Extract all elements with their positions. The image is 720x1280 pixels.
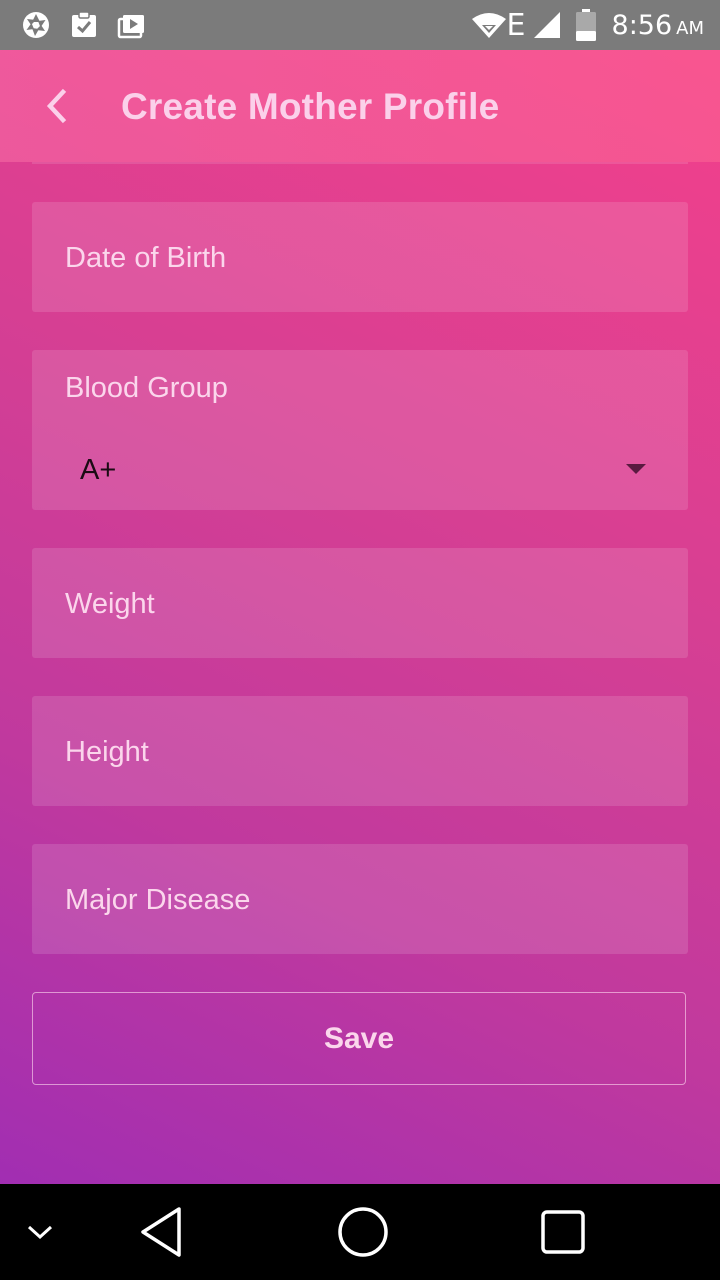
date-of-birth-field[interactable]: Date of Birth [32, 202, 688, 312]
status-bar-left [20, 9, 164, 41]
status-ampm: AM [676, 17, 704, 39]
dropdown-arrow-icon[interactable] [626, 464, 646, 474]
save-button[interactable]: Save [32, 992, 686, 1085]
status-bar-right: E 8:56 AM [465, 0, 704, 50]
status-time: 8:56 [611, 9, 673, 41]
weight-placeholder: Weight [65, 588, 155, 620]
camera-aperture-icon [20, 9, 52, 41]
nav-back-button[interactable] [126, 1184, 196, 1280]
back-triangle-icon [141, 1207, 181, 1257]
nav-home-button[interactable] [328, 1184, 398, 1280]
height-field[interactable]: Height [32, 696, 688, 806]
blood-group-selected-value: A+ [80, 454, 117, 486]
nav-hide-button[interactable] [16, 1184, 64, 1280]
back-button[interactable] [32, 82, 80, 130]
wifi-icon [471, 11, 507, 39]
main-content: Create Mother Profile Date of Birth Bloo… [0, 50, 720, 1184]
height-placeholder: Height [65, 736, 149, 768]
blood-group-field[interactable]: Blood Group A+ [32, 350, 688, 510]
battery-icon [575, 9, 596, 41]
media-play-icon [116, 9, 148, 41]
app-bar-divider [32, 162, 688, 164]
date-of-birth-placeholder: Date of Birth [65, 242, 227, 274]
chevron-left-icon [46, 88, 67, 124]
clipboard-check-icon [68, 9, 100, 41]
chevron-down-icon [27, 1225, 53, 1240]
status-bar: E 8:56 AM [0, 0, 720, 50]
blood-group-label: Blood Group [65, 372, 228, 404]
screen: E 8:56 AM Create Mother Profile Date of … [0, 0, 720, 1280]
app-bar: Create Mother Profile [0, 50, 720, 162]
network-e-icon: E [506, 7, 526, 43]
major-disease-field[interactable]: Major Disease [32, 844, 688, 954]
signal-icon [532, 10, 562, 40]
recents-square-icon [541, 1210, 585, 1254]
major-disease-placeholder: Major Disease [65, 884, 251, 916]
page-title: Create Mother Profile [121, 86, 500, 127]
home-circle-icon [338, 1207, 388, 1257]
weight-field[interactable]: Weight [32, 548, 688, 658]
navigation-bar [0, 1184, 720, 1280]
nav-recents-button[interactable] [528, 1184, 598, 1280]
